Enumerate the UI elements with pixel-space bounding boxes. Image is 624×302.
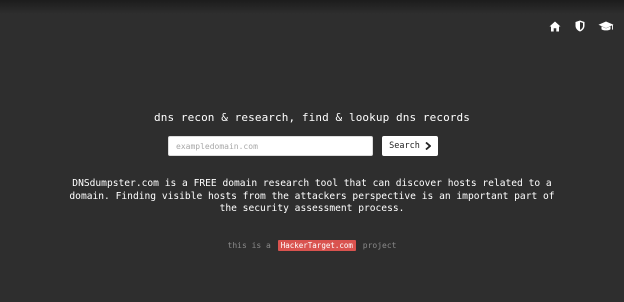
footer-prefix: this is a: [227, 241, 271, 250]
graduation-cap-icon[interactable]: [598, 19, 614, 33]
shield-icon[interactable]: [573, 19, 587, 33]
domain-search-input[interactable]: [168, 136, 373, 156]
chevron-right-icon: [425, 142, 431, 150]
search-button[interactable]: Search: [382, 136, 438, 156]
hackertarget-link[interactable]: HackerTarget.com: [277, 240, 356, 251]
footer-suffix: project: [362, 241, 397, 250]
top-nav: [548, 19, 614, 33]
tagline: dns recon & research, find & lookup dns …: [154, 111, 470, 124]
top-shadow: [0, 0, 624, 14]
page: dns recon & research, find & lookup dns …: [0, 0, 624, 302]
search-button-label: Search: [389, 141, 420, 151]
home-icon[interactable]: [548, 19, 562, 33]
search-form: Search: [168, 136, 438, 156]
site-description: DNSdumpster.com is a FREE domain researc…: [69, 178, 555, 215]
footer-note: this is a HackerTarget.com project: [0, 240, 624, 251]
